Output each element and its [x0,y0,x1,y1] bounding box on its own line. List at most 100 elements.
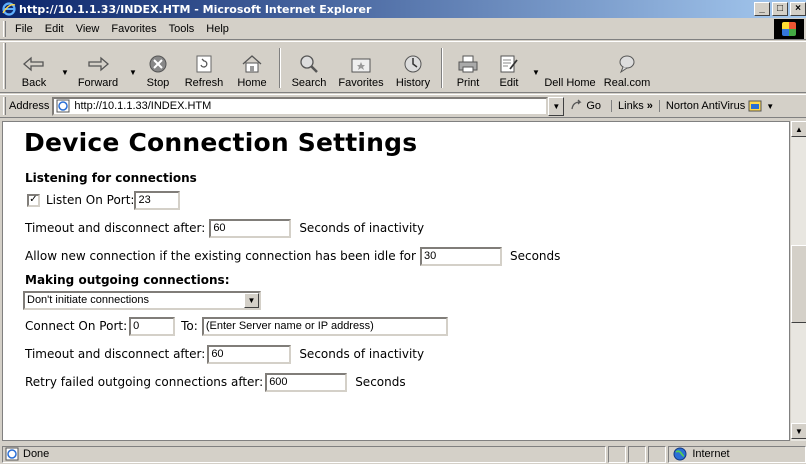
norton-shield-icon [748,100,762,112]
scroll-up-button[interactable]: ▲ [791,121,806,137]
menu-file[interactable]: File [9,23,39,35]
allow-idle-row: Allow new connection if the existing con… [25,245,789,267]
address-grip [3,97,6,115]
toolbar-separator [441,48,443,88]
search-icon [300,55,318,73]
back-button[interactable]: Back [9,44,59,92]
windows-logo-throbber [774,19,804,39]
address-input[interactable]: http://10.1.1.33/INDEX.HTM [52,96,549,116]
listen-timeout-row: Timeout and disconnect after: 60 Seconds… [25,217,789,239]
home-icon [242,55,262,73]
outgoing-section-heading: Making outgoing connections: [25,273,230,287]
title-bar: http://10.1.1.33/INDEX.HTM - Microsoft I… [0,0,806,18]
window-controls: _ □ × [752,2,806,16]
listen-on-port-checkbox[interactable]: ✓ [27,193,40,207]
minimize-button[interactable]: _ [754,2,770,16]
stop-icon [149,55,167,73]
status-panel [608,445,627,463]
page-title: Device Connection Settings [24,128,418,157]
menu-edit[interactable]: Edit [39,23,70,35]
chevron-down-icon: ▼ [532,67,540,77]
page-done-icon [5,447,19,461]
listen-timeout-suffix: Seconds of inactivity [299,221,425,235]
internet-globe-icon [673,447,687,461]
back-arrow-icon [23,56,44,72]
listen-timeout-input[interactable]: 60 [209,218,292,238]
retry-input[interactable]: 600 [265,372,348,392]
menu-view[interactable]: View [70,23,106,35]
maximize-button[interactable]: □ [772,2,788,16]
outgoing-timeout-row: Timeout and disconnect after: 60 Seconds… [25,343,789,365]
checkmark-icon: ✓ [29,194,38,205]
address-label: Address [9,100,50,112]
links-button[interactable]: Links » [611,100,653,112]
edit-dropdown[interactable]: ▼ [529,52,541,92]
chevron-down-icon: ▼ [129,67,137,77]
favorites-button[interactable]: Favorites [333,44,389,92]
connect-port-input[interactable]: 0 [129,316,176,336]
print-icon [458,55,478,73]
chevron-down-icon: ▼ [552,101,561,111]
listen-port-row: ✓ Listen On Port: 23 [25,189,789,211]
connect-port-row: Connect On Port: 0 To: (Enter Server nam… [25,315,789,337]
dell-home-label: Dell Home [544,77,596,89]
menu-grip [3,20,6,37]
go-label: Go [586,100,602,112]
go-button[interactable]: Go [570,99,601,113]
history-icon [404,55,422,73]
vertical-scrollbar[interactable]: ▲ ▼ [790,121,806,441]
edit-label: Edit [499,77,519,89]
security-zone-panel: Internet [668,445,806,463]
chevron-up-icon: ▲ [795,124,803,134]
address-url: http://10.1.1.33/INDEX.HTM [74,100,212,112]
norton-antivirus-button[interactable]: Norton AntiVirus ▼ [658,100,774,112]
standard-toolbar: Back ▼ Forward ▼ Stop Refresh Home Searc… [0,41,806,93]
chevron-down-icon: ▼ [61,67,69,77]
listen-timeout-label: Timeout and disconnect after: [25,221,206,235]
favorites-folder-icon [351,58,371,73]
close-button[interactable]: × [790,2,806,16]
realcom-label: Real.com [603,77,651,89]
history-button[interactable]: History [389,44,437,92]
favorites-label: Favorites [338,77,384,89]
scroll-down-button[interactable]: ▼ [791,423,806,439]
toolbar-separator [279,48,281,88]
menu-favorites[interactable]: Favorites [105,23,162,35]
realcom-button[interactable]: Real.com [599,44,655,92]
address-dropdown-button[interactable]: ▼ [548,96,565,116]
ie-logo-icon [2,2,16,16]
server-address-input[interactable]: (Enter Server name or IP address) [201,316,448,336]
status-bar: Done Internet [0,444,806,464]
back-history-dropdown[interactable]: ▼ [59,52,69,92]
status-panel [628,445,647,463]
forward-history-dropdown[interactable]: ▼ [127,52,137,92]
refresh-button[interactable]: Refresh [179,44,229,92]
stop-button[interactable]: Stop [137,44,179,92]
refresh-label: Refresh [184,77,224,89]
page-content: Device Connection Settings Listening for… [2,121,790,441]
forward-button[interactable]: Forward [69,44,127,92]
menu-tools[interactable]: Tools [163,23,201,35]
outgoing-mode-row: Don't initiate connections ▼ [23,289,789,311]
retry-label: Retry failed outgoing connections after: [25,375,264,389]
menu-help[interactable]: Help [200,23,235,35]
edit-button[interactable]: Edit [489,44,529,92]
print-button[interactable]: Print [447,44,489,92]
allow-idle-input[interactable]: 30 [419,246,502,266]
search-button[interactable]: Search [285,44,333,92]
links-chevron-icon: » [646,100,653,112]
listening-section-heading: Listening for connections [25,171,197,185]
outgoing-mode-value: Don't initiate connections [27,294,149,306]
browser-window: http://10.1.1.33/INDEX.HTM - Microsoft I… [0,0,806,464]
search-label: Search [291,77,327,89]
home-button[interactable]: Home [229,44,275,92]
chevron-down-icon[interactable]: ▼ [766,102,774,111]
dell-home-button[interactable]: Dell Home [541,44,599,92]
to-label: To: [181,319,198,333]
norton-label: Norton AntiVirus [665,100,746,112]
back-label: Back [21,77,47,89]
listen-port-input[interactable]: 23 [134,190,181,210]
scroll-thumb[interactable] [791,245,806,323]
outgoing-timeout-input[interactable]: 60 [207,344,292,364]
outgoing-mode-select[interactable]: Don't initiate connections ▼ [23,290,261,310]
